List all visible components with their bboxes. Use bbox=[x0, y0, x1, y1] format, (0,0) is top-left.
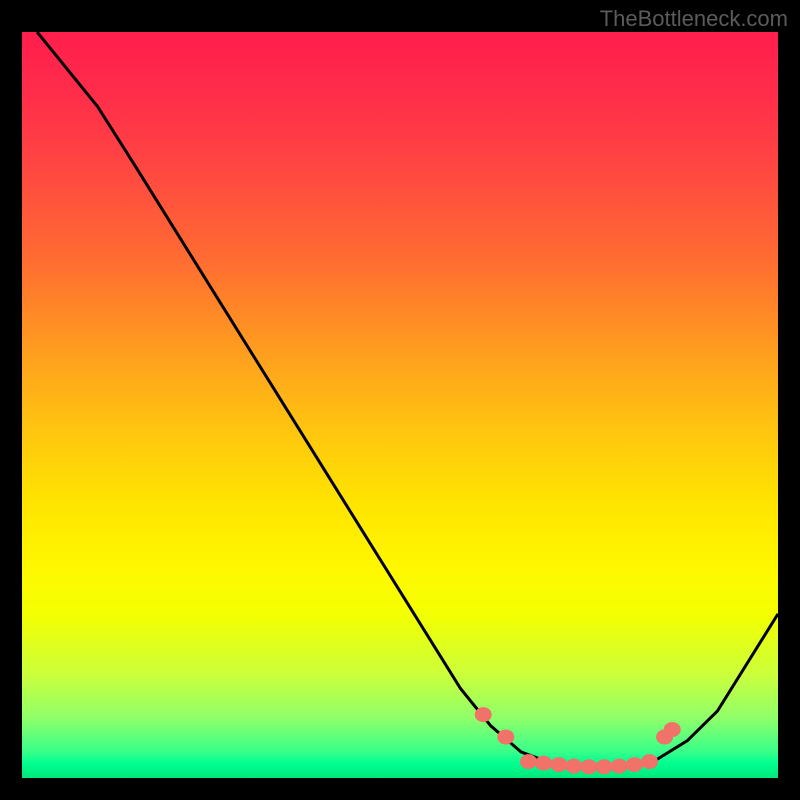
curve-marker bbox=[596, 760, 612, 774]
curve-marker bbox=[626, 758, 642, 772]
chart-plot-area bbox=[22, 32, 778, 778]
curve-marker bbox=[536, 756, 552, 770]
curve-marker bbox=[566, 759, 582, 773]
curve-marker bbox=[664, 723, 680, 737]
curve-marker bbox=[642, 755, 658, 769]
curve-marker bbox=[581, 760, 597, 774]
curve-marker bbox=[498, 730, 514, 744]
chart-svg bbox=[22, 32, 778, 778]
bottleneck-curve bbox=[37, 32, 778, 767]
attribution-label: TheBottleneck.com bbox=[600, 6, 788, 32]
curve-marker bbox=[521, 755, 537, 769]
curve-marker bbox=[551, 758, 567, 772]
curve-marker bbox=[611, 759, 627, 773]
curve-marker bbox=[475, 708, 491, 722]
curve-markers bbox=[475, 708, 680, 774]
